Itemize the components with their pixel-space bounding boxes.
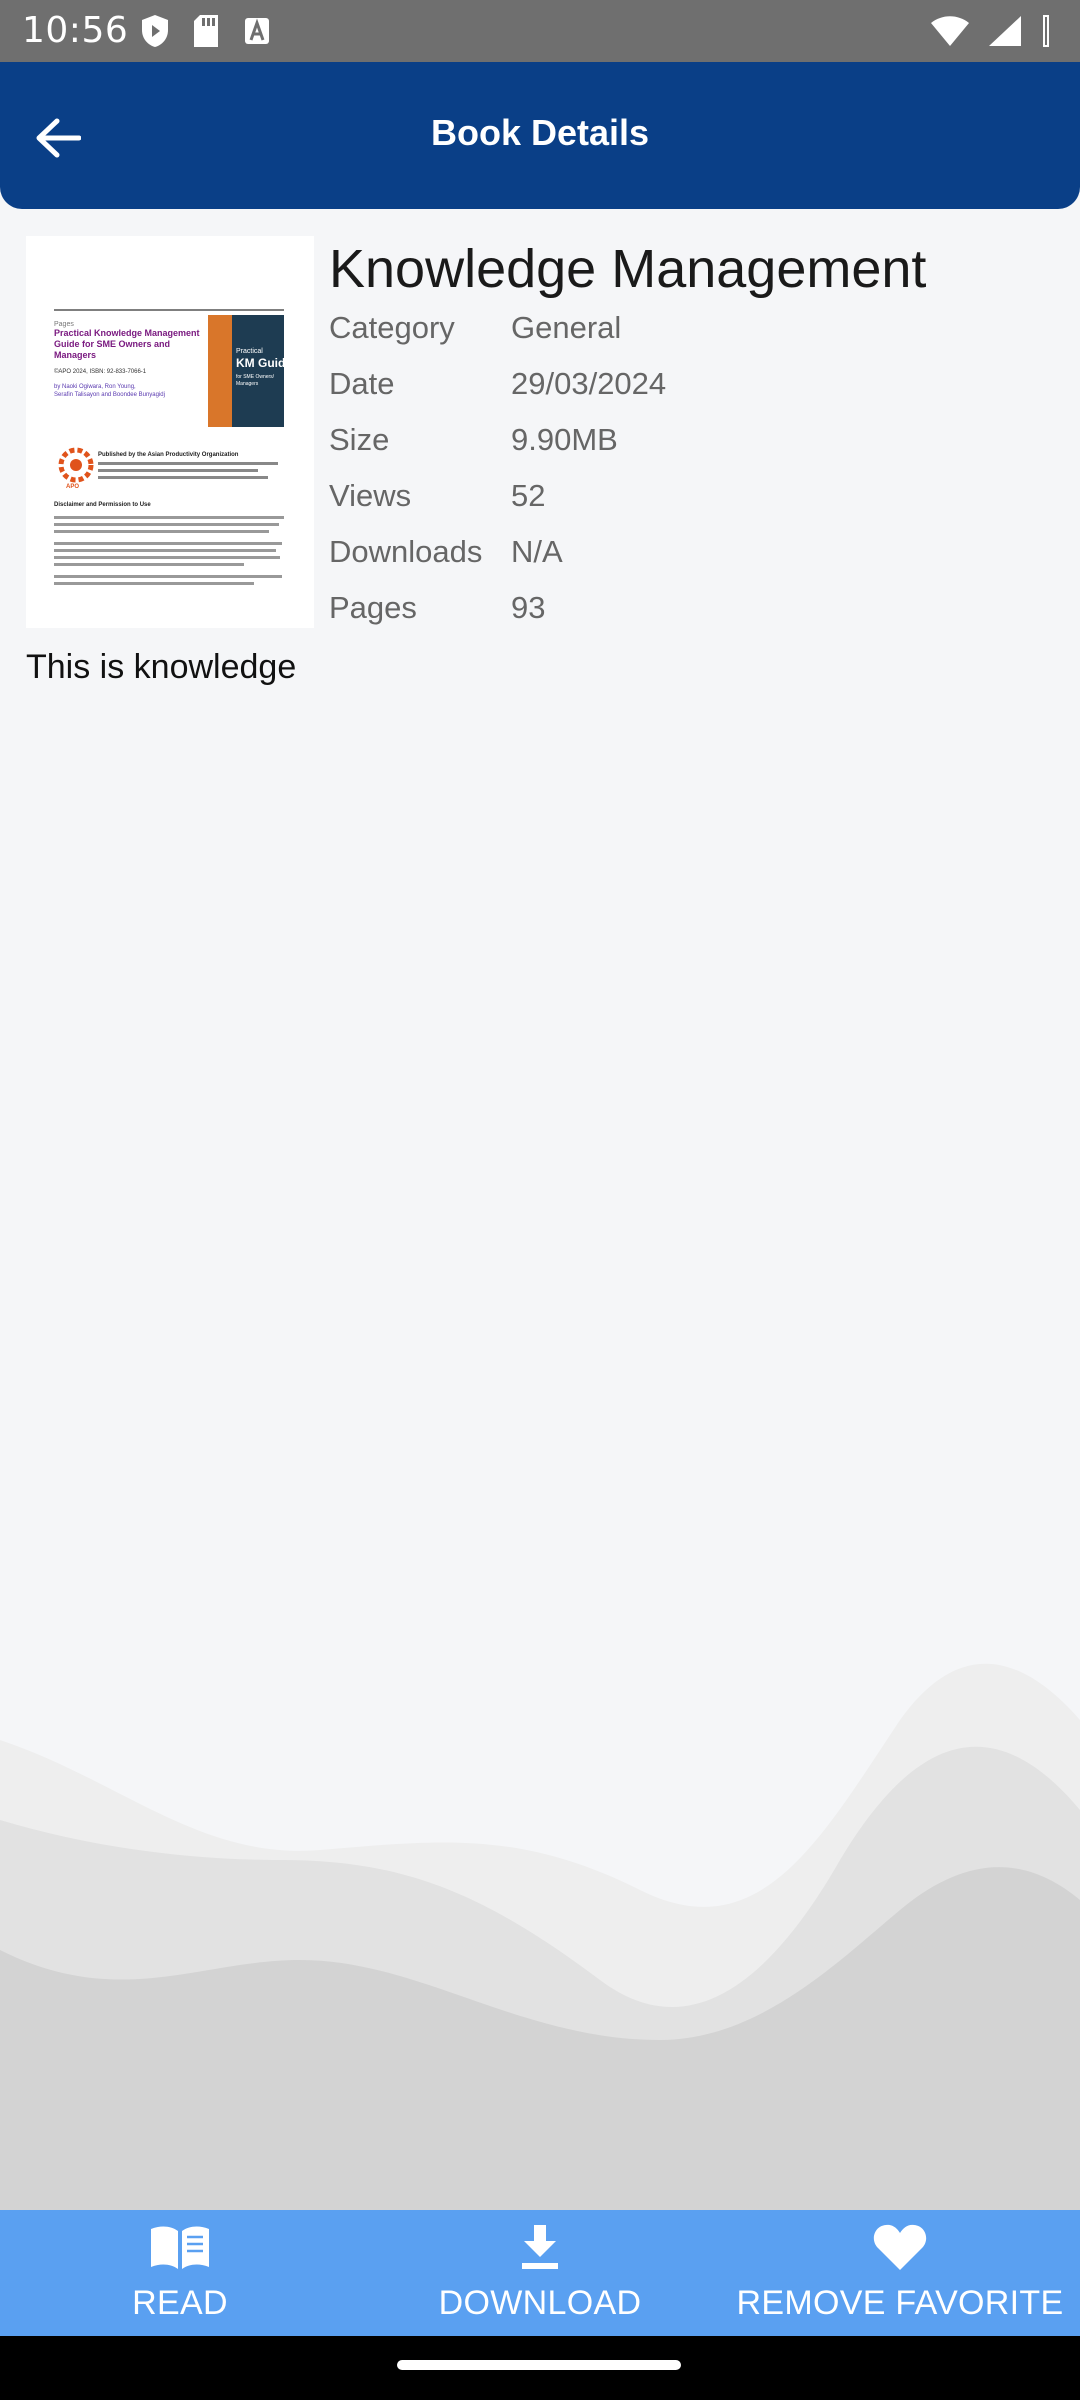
read-button-label: READ (132, 2284, 228, 2322)
remove-favorite-button-label: REMOVE FAVORITE (736, 2284, 1064, 2322)
download-icon (522, 2225, 558, 2269)
cover-disclaimer-heading: Disclaimer and Permission to Use (54, 502, 151, 508)
detail-label: Views (329, 478, 412, 513)
cover-series-text: Pages (54, 321, 74, 328)
system-navigation-bar (0, 2336, 1080, 2400)
side-cover-title: KM Guide (236, 356, 292, 370)
svg-text:Practical Knowledge Management: Practical Knowledge Management (54, 328, 200, 338)
svg-text:by Naoki Ogiwara, Ron Young,: by Naoki Ogiwara, Ron Young, (54, 384, 136, 390)
remove-favorite-button[interactable]: REMOVE FAVORITE (730, 2210, 1070, 2336)
detail-value: 93 (511, 590, 546, 625)
cell-signal-icon (989, 16, 1021, 46)
detail-value: 52 (511, 478, 546, 513)
app-bar: Book Details (0, 62, 1080, 209)
play-protect-icon (142, 15, 168, 47)
detail-label: Pages (329, 590, 417, 625)
detail-label: Date (329, 366, 395, 401)
home-gesture-handle[interactable] (397, 2360, 681, 2370)
svg-text:Guide for SME Owners and: Guide for SME Owners and (54, 339, 170, 349)
detail-value: 9.90MB (511, 422, 618, 457)
read-button[interactable]: READ (60, 2210, 300, 2336)
cover-isbn-text: ©APO 2024, ISBN: 92-833-7066-1 (54, 368, 147, 375)
status-system-icons (930, 14, 1052, 48)
detail-value: 29/03/2024 (511, 366, 667, 401)
detail-value: General (511, 310, 622, 345)
download-button-label: DOWNLOAD (438, 2284, 642, 2322)
book-description: This is knowledge (26, 648, 297, 686)
status-bar: 10:56 (0, 0, 1080, 62)
svg-text:Managers: Managers (236, 381, 259, 387)
detail-label: Category (329, 310, 455, 345)
svg-text:Published by the Asian Product: Published by the Asian Productivity Orga… (98, 452, 239, 458)
side-cover-kicker: Practical (236, 348, 263, 355)
bottom-action-bar: READ DOWNLOAD REMOVE FAVORITE (0, 2210, 1080, 2336)
decorative-waves (0, 1663, 1080, 2210)
book-cover-illustration: Pages Practical Knowledge Management Gui… (26, 236, 314, 628)
book-title: Knowledge Management (329, 239, 927, 299)
status-time: 10:56 (22, 10, 129, 51)
detail-label: Size (329, 422, 390, 457)
sd-card-icon (194, 15, 218, 47)
cover-logo-text: APO (66, 484, 79, 490)
page-title: Book Details (430, 112, 650, 153)
battery-icon (1043, 15, 1049, 47)
detail-label: Downloads (329, 534, 483, 569)
text-a-icon (245, 18, 269, 44)
status-notification-icons (140, 14, 272, 48)
book-cover-image: Pages Practical Knowledge Management Gui… (26, 236, 314, 628)
open-book-icon (151, 2226, 209, 2269)
detail-value: N/A (511, 534, 563, 569)
svg-text:Managers: Managers (54, 350, 96, 360)
heart-icon (873, 2224, 927, 2270)
wifi-icon (931, 16, 969, 46)
svg-text:Serafin Talisayon and Boondee: Serafin Talisayon and Boondee Bunyagidj (54, 392, 165, 398)
svg-text:for SME Owners/: for SME Owners/ (236, 374, 275, 380)
download-button[interactable]: DOWNLOAD (420, 2210, 660, 2336)
